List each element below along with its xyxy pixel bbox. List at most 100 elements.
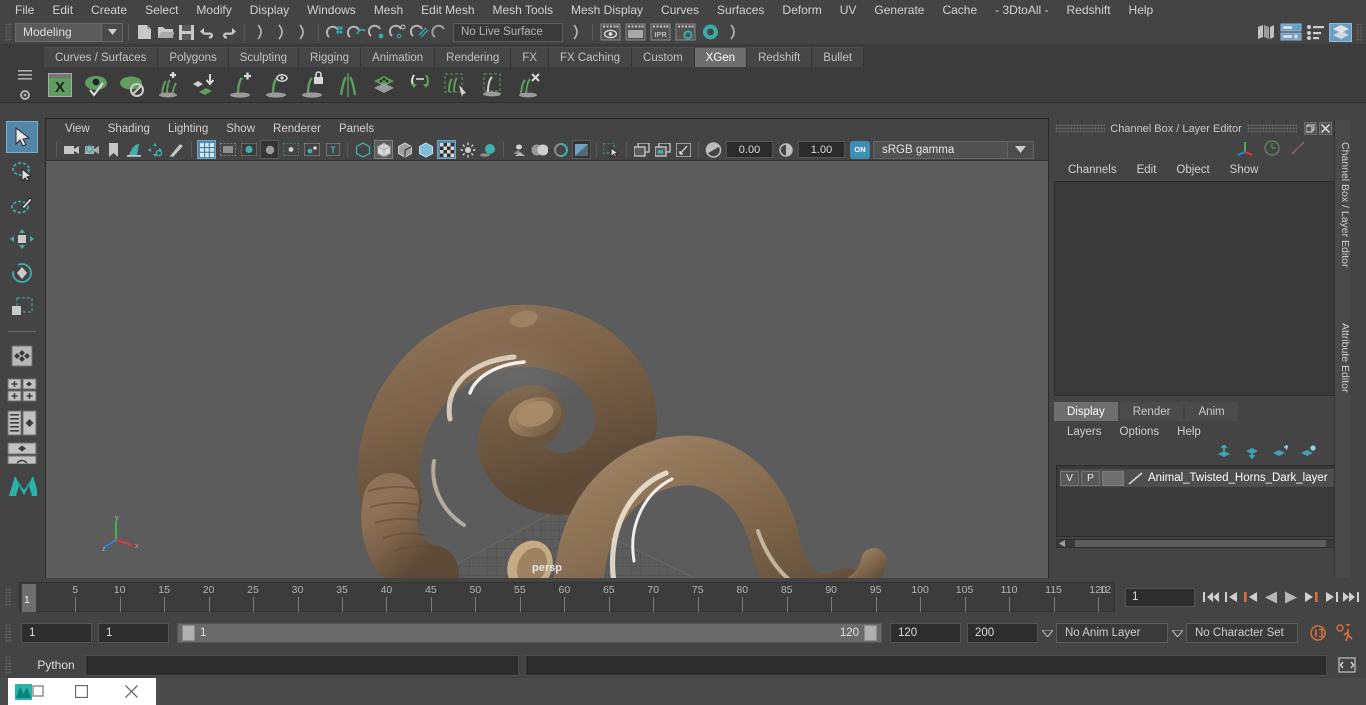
motion-blur-icon[interactable] [530, 140, 549, 159]
chevron-down-icon-2[interactable] [1168, 629, 1186, 637]
vertical-tab-channel-box[interactable]: Channel Box / Layer Editor [1335, 120, 1351, 284]
snap-grid-tool[interactable] [6, 374, 38, 406]
close-window-icon[interactable] [107, 678, 156, 705]
range-slider[interactable]: 1 120 [177, 623, 882, 643]
toolbar-grip-right[interactable] [1356, 22, 1363, 42]
tab-display[interactable]: Display [1054, 402, 1118, 421]
select-by-script-icon[interactable] [723, 22, 744, 43]
restore-icon[interactable] [1304, 122, 1317, 135]
screen-space-ao-icon[interactable] [572, 140, 591, 159]
shelf-tab-fx[interactable]: FX [511, 47, 549, 67]
snap-to-point-icon[interactable] [366, 22, 387, 43]
step-forward-keyframe-icon[interactable] [1322, 587, 1340, 607]
close-icon[interactable] [1319, 122, 1332, 135]
isolate-select-icon[interactable] [602, 140, 621, 159]
lock-guide-icon[interactable] [296, 69, 328, 101]
ipr-render-icon[interactable] [624, 23, 647, 42]
add-description-icon[interactable] [152, 69, 184, 101]
paint-select-tool[interactable] [6, 189, 38, 221]
smooth-shading-icon[interactable] [374, 140, 393, 159]
attribute-editor-icon[interactable] [1279, 23, 1302, 42]
live-surface-field[interactable]: No Live Surface [453, 22, 563, 42]
maya-window-icon[interactable] [8, 678, 57, 705]
menu-item-file[interactable]: File [6, 0, 43, 20]
chevron-down-icon[interactable] [1008, 140, 1034, 159]
select-tool[interactable] [6, 121, 38, 153]
render-current-frame-icon[interactable] [599, 23, 622, 42]
preview-visibility-icon[interactable] [80, 69, 112, 101]
xgen-editor-icon[interactable]: X [44, 69, 76, 101]
menu-item-uv[interactable]: UV [831, 0, 866, 20]
shelf-options-grip[interactable] [14, 69, 36, 102]
scale-tool[interactable] [6, 291, 38, 323]
menu-item-edit-mesh[interactable]: Edit Mesh [412, 0, 483, 20]
menu-item-help[interactable]: Help [1120, 0, 1163, 20]
snap-to-view-plane-icon[interactable] [408, 22, 429, 43]
panel-tear-off-icon[interactable] [653, 140, 672, 159]
channel-menu-object[interactable]: Object [1166, 164, 1219, 176]
new-layer-icon[interactable] [1272, 445, 1288, 459]
menu-item-surfaces[interactable]: Surfaces [708, 0, 773, 20]
guide-visibility-icon[interactable] [260, 69, 292, 101]
sidebar-toggle-icon[interactable] [1254, 23, 1277, 42]
move-layer-down-icon[interactable] [1244, 445, 1260, 459]
ambient-occlusion-icon[interactable] [509, 140, 528, 159]
color-space-selector[interactable]: sRGB gamma [873, 140, 1008, 159]
anti-aliasing-icon[interactable] [551, 140, 570, 159]
menu-item-mesh[interactable]: Mesh [365, 0, 412, 20]
viewport-menu-view[interactable]: View [56, 119, 99, 139]
range-slider-right-handle[interactable] [864, 625, 877, 641]
move-tool[interactable] [6, 223, 38, 255]
exposure-field[interactable]: 0.00 [726, 141, 773, 158]
shelf-tab-animation[interactable]: Animation [361, 47, 436, 67]
menu-item-modify[interactable]: Modify [187, 0, 240, 20]
persp-layout-tool[interactable] [6, 440, 38, 466]
menu-item-cache[interactable]: Cache [933, 0, 986, 20]
viewport-menu-renderer[interactable]: Renderer [264, 119, 330, 139]
chevron-down-icon[interactable] [1038, 629, 1056, 637]
anim-layer-selector[interactable]: No Anim Layer [1056, 623, 1168, 643]
menu-item-curves[interactable]: Curves [652, 0, 708, 20]
step-back-keyframe-icon[interactable] [1222, 587, 1240, 607]
channel-menu-edit[interactable]: Edit [1127, 164, 1167, 176]
viewport-canvas[interactable]: y x z persp [46, 161, 1048, 578]
snap-to-grid-icon[interactable] [324, 22, 345, 43]
undo-icon[interactable] [197, 22, 218, 43]
new-scene-icon[interactable] [134, 22, 155, 43]
menu-item-select[interactable]: Select [136, 0, 187, 20]
anim-clock-icon[interactable] [1264, 140, 1280, 156]
menu-item-redshift[interactable]: Redshift [1058, 0, 1120, 20]
layer-menu-help[interactable]: Help [1168, 426, 1210, 438]
film-gate-icon[interactable] [218, 140, 237, 159]
slant-line-icon[interactable] [1290, 140, 1306, 156]
range-end-field[interactable]: 200 [967, 623, 1038, 643]
image-plane-icon[interactable] [125, 140, 144, 159]
vertical-tab-attribute-editor[interactable]: Attribute Editor [1335, 284, 1351, 414]
shelf-tab-custom[interactable]: Custom [632, 47, 695, 67]
select-by-component-icon[interactable] [292, 22, 313, 43]
bookmark-icon[interactable] [104, 140, 123, 159]
anim-end-field[interactable]: 120 [890, 623, 961, 643]
shelf-tab-sculpting[interactable]: Sculpting [228, 47, 300, 67]
time-slider-grip[interactable] [5, 587, 12, 607]
layer-visibility-toggle[interactable]: V [1060, 470, 1079, 486]
hardware-texturing-icon[interactable] [416, 140, 435, 159]
menu-item-3dtoall[interactable]: - 3DtoAll - [986, 0, 1057, 20]
shaded-wireframe-icon[interactable] [395, 140, 414, 159]
step-back-frame-icon[interactable] [1242, 587, 1260, 607]
gate-mask-icon[interactable] [260, 140, 279, 159]
menu-item-create[interactable]: Create [82, 0, 136, 20]
range-slider-left-handle[interactable] [182, 625, 195, 641]
layer-scrollbar[interactable] [1056, 539, 1345, 548]
mirror-guide-icon[interactable] [332, 69, 364, 101]
command-language-label[interactable]: Python [27, 658, 85, 672]
panel-drag-grip[interactable] [1055, 124, 1106, 133]
range-slider-grip[interactable] [5, 623, 12, 643]
select-guides-icon[interactable] [440, 69, 472, 101]
gamma-icon[interactable] [776, 140, 795, 159]
shelf-tab-polygons[interactable]: Polygons [158, 47, 229, 67]
channel-menu-show[interactable]: Show [1220, 164, 1269, 176]
snap-to-projected-center-icon[interactable] [387, 22, 408, 43]
menu-item-generate[interactable]: Generate [865, 0, 933, 20]
play-backward-icon[interactable] [1262, 587, 1280, 607]
